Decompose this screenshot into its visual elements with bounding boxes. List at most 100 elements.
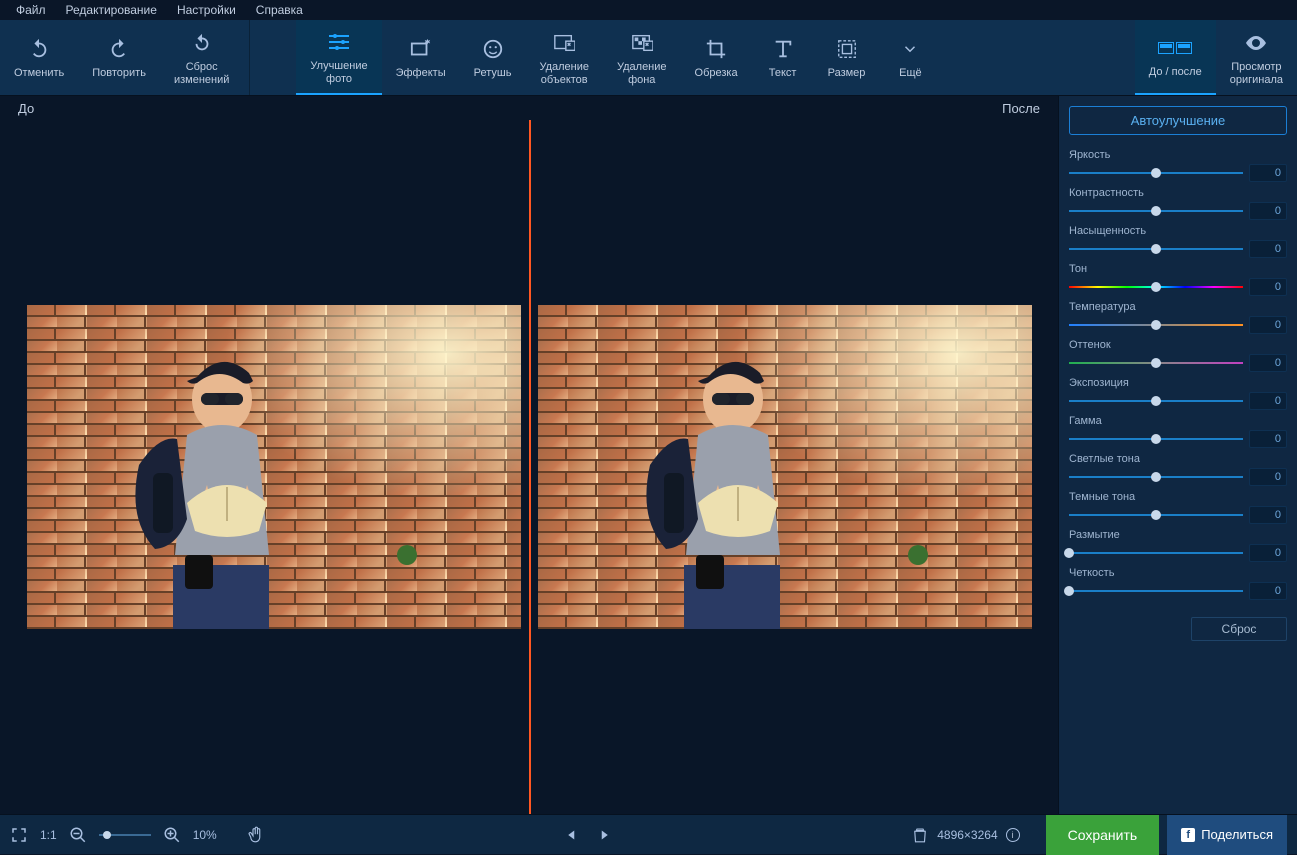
resize-button[interactable]: Размер <box>814 20 880 95</box>
slider-label: Оттенок <box>1069 339 1287 351</box>
slider-track[interactable] <box>1069 242 1243 256</box>
save-button[interactable]: Сохранить <box>1046 815 1160 855</box>
slider-label: Температура <box>1069 301 1287 313</box>
info-icon[interactable]: i <box>1006 828 1020 842</box>
slider-светлые тона: Светлые тона 0 <box>1069 453 1287 486</box>
slider-track[interactable] <box>1069 470 1243 484</box>
before-label: До <box>18 101 34 116</box>
canvas-area: До После <box>0 96 1058 814</box>
undo-button[interactable]: Отменить <box>0 20 78 95</box>
slider-label: Четкость <box>1069 567 1287 579</box>
bottom-bar: 1:1 10% 4896×3264 i Сохранить f Поделить… <box>0 814 1297 854</box>
sliders-icon <box>327 28 351 56</box>
crop-button[interactable]: Обрезка <box>681 20 752 95</box>
slider-label: Тон <box>1069 263 1287 275</box>
slider-контрастность: Контрастность 0 <box>1069 187 1287 220</box>
slider-track[interactable] <box>1069 546 1243 560</box>
slider-value[interactable]: 0 <box>1249 582 1287 600</box>
slider-value[interactable]: 0 <box>1249 316 1287 334</box>
after-label: После <box>1002 101 1040 116</box>
auto-enhance-button[interactable]: Автоулучшение <box>1069 106 1287 135</box>
slider-track[interactable] <box>1069 508 1243 522</box>
prev-image-icon[interactable] <box>563 826 581 844</box>
slider-value[interactable]: 0 <box>1249 164 1287 182</box>
slider-label: Гамма <box>1069 415 1287 427</box>
slider-track[interactable] <box>1069 356 1243 370</box>
compare-divider[interactable] <box>529 120 531 814</box>
slider-value[interactable]: 0 <box>1249 544 1287 562</box>
slider-label: Контрастность <box>1069 187 1287 199</box>
menu-file[interactable]: Файл <box>6 1 56 19</box>
ratio-button[interactable]: 1:1 <box>40 828 57 842</box>
crop-icon <box>705 35 727 63</box>
face-icon <box>482 35 504 63</box>
slider-четкость: Четкость 0 <box>1069 567 1287 600</box>
slider-темные тона: Темные тона 0 <box>1069 491 1287 524</box>
bg-removal-button[interactable]: Удаление фона <box>603 20 681 95</box>
undo-icon <box>28 35 50 63</box>
share-button[interactable]: f Поделиться <box>1167 815 1287 855</box>
slider-label: Насыщенность <box>1069 225 1287 237</box>
slider-track[interactable] <box>1069 394 1243 408</box>
zoom-value: 10% <box>193 828 217 842</box>
adjust-panel: Автоулучшение Яркость 0 Контрастность 0 … <box>1058 96 1297 814</box>
slider-label: Размытие <box>1069 529 1287 541</box>
object-remove-icon <box>553 29 575 57</box>
enhance-button[interactable]: Улучшение фото <box>296 20 381 95</box>
reset-changes-button[interactable]: Сброс изменений <box>160 20 243 95</box>
retouch-button[interactable]: Ретушь <box>460 20 526 95</box>
bg-remove-icon <box>631 29 653 57</box>
effects-icon <box>410 35 432 63</box>
zoom-slider[interactable] <box>99 834 151 836</box>
next-image-icon[interactable] <box>595 826 613 844</box>
text-button[interactable]: Текст <box>752 20 814 95</box>
slider-value[interactable]: 0 <box>1249 430 1287 448</box>
redo-button[interactable]: Повторить <box>78 20 160 95</box>
slider-тон: Тон 0 <box>1069 263 1287 296</box>
slider-label: Яркость <box>1069 149 1287 161</box>
slider-track[interactable] <box>1069 432 1243 446</box>
resize-icon <box>836 35 858 63</box>
slider-value[interactable]: 0 <box>1249 468 1287 486</box>
menubar: Файл Редактирование Настройки Справка <box>0 0 1297 20</box>
slider-track[interactable] <box>1069 584 1243 598</box>
slider-value[interactable]: 0 <box>1249 506 1287 524</box>
slider-яркость: Яркость 0 <box>1069 149 1287 182</box>
view-original-button[interactable]: Просмотр оригинала <box>1216 20 1297 95</box>
slider-гамма: Гамма 0 <box>1069 415 1287 448</box>
hand-icon[interactable] <box>247 826 265 844</box>
slider-оттенок: Оттенок 0 <box>1069 339 1287 372</box>
before-image[interactable] <box>18 305 529 629</box>
reset-sliders-button[interactable]: Сброс <box>1191 617 1287 641</box>
slider-насыщенность: Насыщенность 0 <box>1069 225 1287 258</box>
slider-value[interactable]: 0 <box>1249 278 1287 296</box>
slider-label: Светлые тона <box>1069 453 1287 465</box>
before-after-toggle[interactable]: До / после <box>1135 20 1216 95</box>
trash-icon[interactable] <box>911 826 929 844</box>
zoom-out-icon[interactable] <box>69 826 87 844</box>
slider-track[interactable] <box>1069 280 1243 294</box>
slider-value[interactable]: 0 <box>1249 392 1287 410</box>
effects-button[interactable]: Эффекты <box>382 20 460 95</box>
slider-value[interactable]: 0 <box>1249 240 1287 258</box>
text-icon <box>772 35 794 63</box>
slider-track[interactable] <box>1069 166 1243 180</box>
menu-help[interactable]: Справка <box>246 1 313 19</box>
zoom-in-icon[interactable] <box>163 826 181 844</box>
slider-value[interactable]: 0 <box>1249 354 1287 372</box>
menu-settings[interactable]: Настройки <box>167 1 246 19</box>
redo-icon <box>108 35 130 63</box>
fullscreen-icon[interactable] <box>10 826 28 844</box>
slider-экспозиция: Экспозиция 0 <box>1069 377 1287 410</box>
slider-value[interactable]: 0 <box>1249 202 1287 220</box>
more-button[interactable]: Ещё <box>879 20 941 95</box>
slider-track[interactable] <box>1069 204 1243 218</box>
slider-track[interactable] <box>1069 318 1243 332</box>
eye-icon <box>1244 29 1268 57</box>
chevron-down-icon <box>901 35 919 63</box>
after-image[interactable] <box>529 305 1040 629</box>
slider-label: Экспозиция <box>1069 377 1287 389</box>
before-after-icon <box>1158 34 1192 62</box>
object-removal-button[interactable]: Удаление объектов <box>525 20 603 95</box>
menu-edit[interactable]: Редактирование <box>56 1 167 19</box>
